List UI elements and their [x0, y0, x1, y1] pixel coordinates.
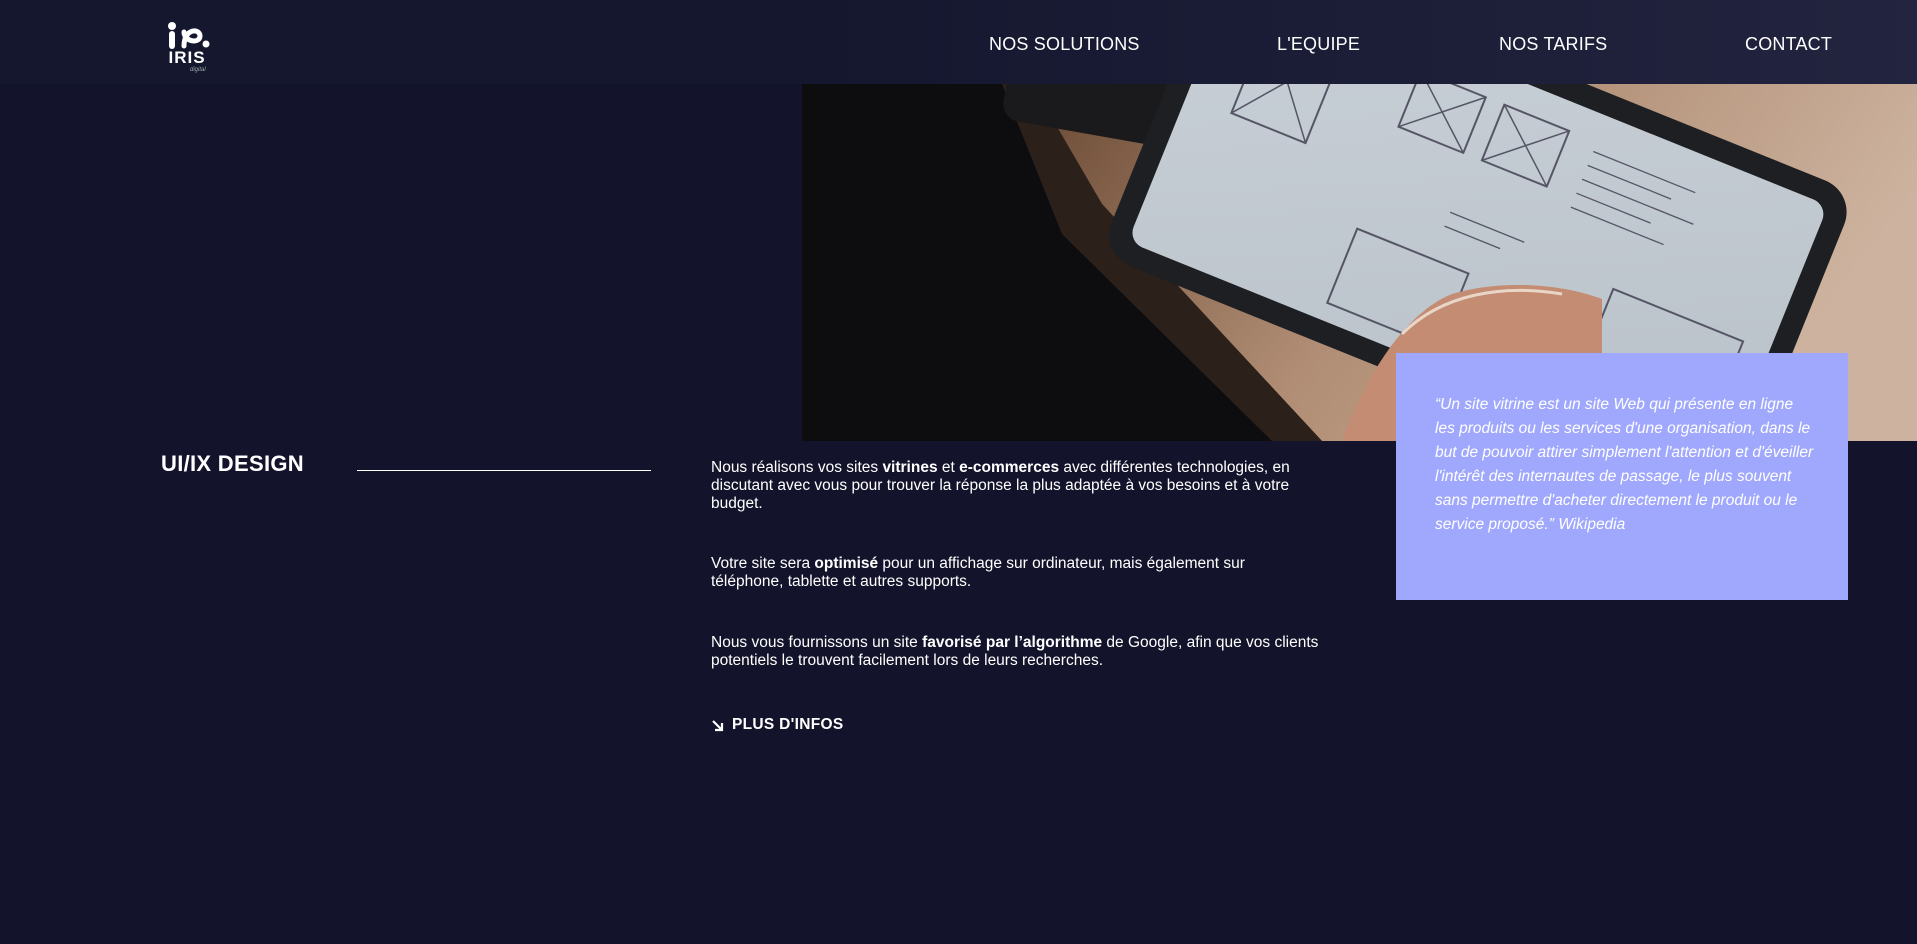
site-header: IRIS digital NOS SOLUTIONS L'EQUIPE NOS …	[0, 0, 1917, 84]
more-info-link[interactable]: PLUS D'INFOS	[711, 716, 844, 734]
logo-wordmark: IRIS	[168, 48, 206, 67]
quote-text: “Un site vitrine est un site Web qui pré…	[1435, 396, 1814, 533]
nav-tarifs[interactable]: NOS TARIFS	[1499, 34, 1607, 55]
logo-tagline: digital	[190, 67, 206, 73]
nav-contact[interactable]: CONTACT	[1745, 34, 1832, 55]
body-text: et	[937, 459, 960, 476]
arrow-down-right-icon	[712, 719, 724, 731]
nav-link-equipe[interactable]: L'EQUIPE	[1277, 34, 1360, 54]
more-info-label: PLUS D'INFOS	[732, 716, 844, 733]
nav-link-solutions[interactable]: NOS SOLUTIONS	[989, 34, 1140, 54]
emphasis-text: vitrines	[882, 459, 938, 476]
body-text: Nous vous fournissons un site	[711, 634, 923, 651]
paragraph-algorithme: Nous vous fournissons un site favorisé p…	[711, 634, 1321, 670]
quote-card: “Un site vitrine est un site Web qui pré…	[1396, 353, 1848, 600]
paragraph-optimise: Votre site sera optimisé pour un afficha…	[711, 555, 1321, 591]
emphasis-text: e-commerces	[959, 459, 1060, 476]
emphasis-text: optimisé	[814, 555, 879, 572]
nav-link-contact[interactable]: CONTACT	[1745, 34, 1832, 54]
body-text: Votre site sera	[711, 555, 815, 572]
section-divider	[357, 470, 651, 471]
nav-equipe[interactable]: L'EQUIPE	[1277, 34, 1360, 55]
iris-logo[interactable]: IRIS digital	[162, 20, 212, 76]
section-title: UI/IX DESIGN	[161, 451, 304, 476]
emphasis-text: favorisé par l’algorithme	[922, 634, 1103, 651]
nav-link-tarifs[interactable]: NOS TARIFS	[1499, 34, 1607, 54]
body-text: Nous réalisons vos sites	[711, 459, 883, 476]
paragraph-vitrines: Nous réalisons vos sites vitrines et e-c…	[711, 459, 1321, 513]
logo-mark-icon	[168, 22, 210, 49]
nav-solutions[interactable]: NOS SOLUTIONS	[989, 34, 1140, 55]
